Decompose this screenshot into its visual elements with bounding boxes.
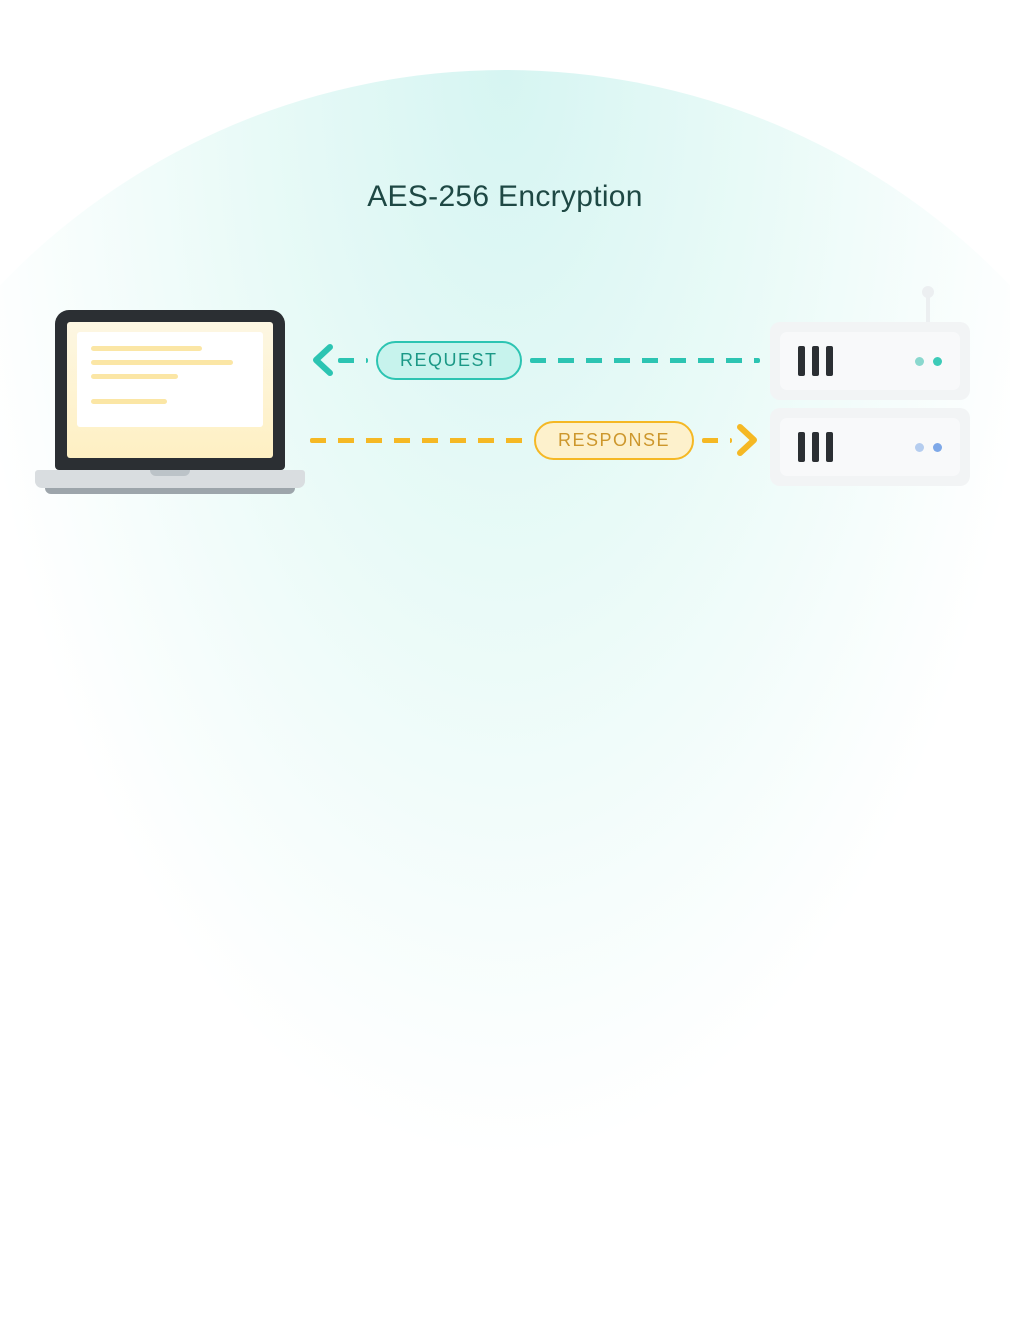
server-vents-icon bbox=[798, 346, 833, 376]
dashed-line bbox=[310, 438, 526, 443]
laptop-text-line bbox=[91, 374, 178, 379]
dashed-line bbox=[530, 358, 760, 363]
server-unit bbox=[770, 322, 970, 400]
laptop-text-line bbox=[91, 346, 202, 351]
laptop-screen-inner bbox=[67, 322, 273, 458]
server-status-lights bbox=[915, 443, 942, 452]
response-label: RESPONSE bbox=[534, 421, 694, 460]
laptop-text-line bbox=[91, 360, 233, 365]
server-vents-icon bbox=[798, 432, 833, 462]
laptop-icon bbox=[35, 310, 305, 510]
response-flow: RESPONSE bbox=[310, 420, 760, 460]
request-flow: REQUEST bbox=[310, 340, 760, 380]
request-label: REQUEST bbox=[376, 341, 522, 380]
diagram-title: AES-256 Encryption bbox=[0, 180, 1010, 214]
dashed-line bbox=[338, 358, 368, 363]
dashed-line bbox=[702, 438, 732, 443]
arrow-left-icon bbox=[310, 343, 338, 377]
diagram-content: REQUEST RESPONSE bbox=[0, 280, 1010, 540]
laptop-notch bbox=[150, 470, 190, 476]
laptop-screen-frame bbox=[55, 310, 285, 470]
laptop-foot bbox=[45, 488, 295, 494]
laptop-text-line bbox=[91, 399, 167, 404]
server-icon bbox=[770, 290, 970, 510]
server-status-lights bbox=[915, 357, 942, 366]
server-panel bbox=[780, 418, 960, 476]
server-unit bbox=[770, 408, 970, 486]
laptop-base bbox=[35, 470, 305, 488]
server-panel bbox=[780, 332, 960, 390]
arrow-right-icon bbox=[732, 423, 760, 457]
gradient-backdrop bbox=[0, 70, 1010, 1332]
server-antenna-tip bbox=[922, 286, 934, 298]
laptop-page bbox=[77, 332, 263, 427]
